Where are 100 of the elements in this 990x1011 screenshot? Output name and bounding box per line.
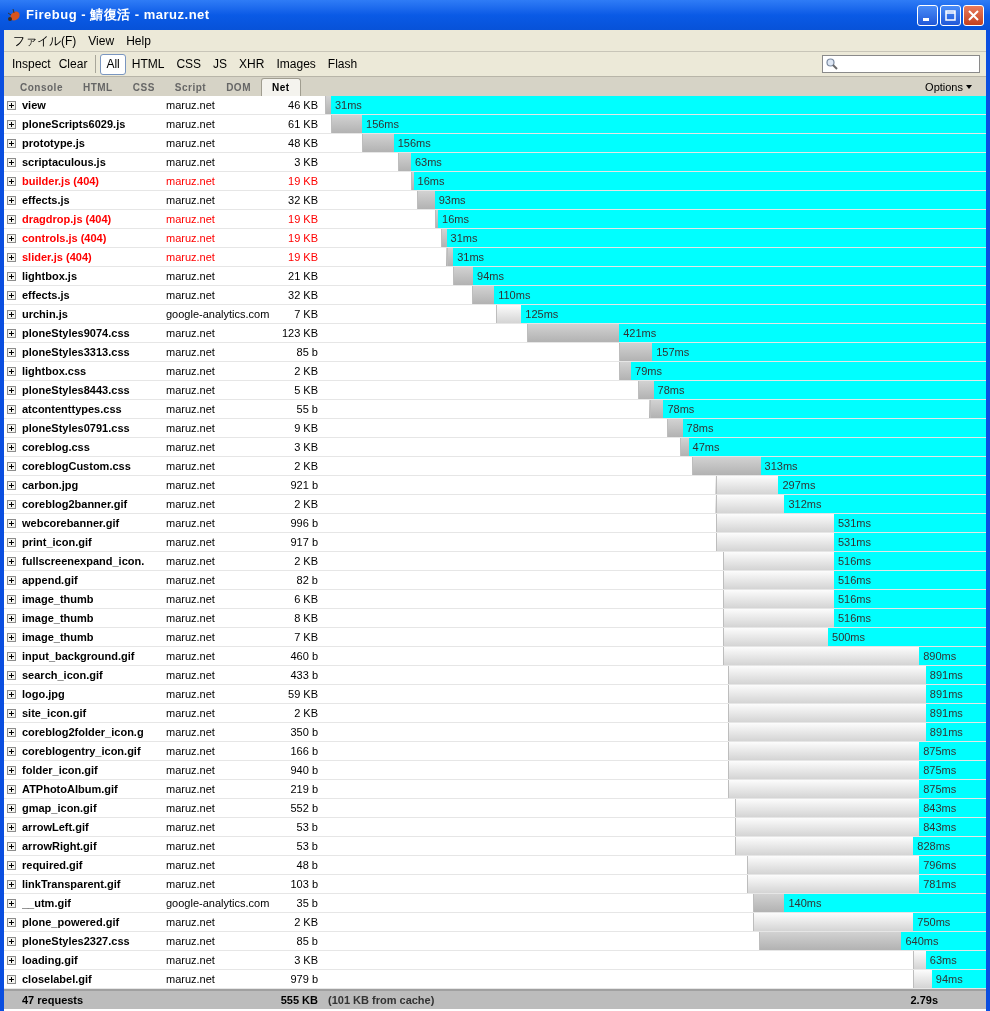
filter-button[interactable]: XHR (233, 53, 271, 75)
request-name[interactable]: plone_powered.gif (22, 913, 166, 931)
request-name[interactable]: ploneStyles9074.css (22, 324, 166, 342)
request-name[interactable]: ploneStyles0791.css (22, 419, 166, 437)
request-name[interactable]: site_icon.gif (22, 704, 166, 722)
expand-icon[interactable] (7, 423, 16, 433)
request-name[interactable]: coreblog2folder_icon.g (22, 723, 166, 741)
expand-icon[interactable] (7, 784, 16, 794)
request-name[interactable]: ploneScripts6029.js (22, 115, 166, 133)
toolbar-button[interactable]: Inspect (8, 55, 55, 73)
request-name[interactable]: carbon.jpg (22, 476, 166, 494)
filter-button[interactable]: CSS (170, 53, 208, 75)
search-field[interactable] (822, 55, 980, 73)
request-name[interactable]: coreblogentry_icon.gif (22, 742, 166, 760)
expand-icon[interactable] (7, 100, 16, 110)
request-name[interactable]: search_icon.gif (22, 666, 166, 684)
expand-icon[interactable] (7, 974, 16, 984)
expand-icon[interactable] (7, 727, 16, 737)
expand-icon[interactable] (7, 138, 16, 148)
request-name[interactable]: required.gif (22, 856, 166, 874)
expand-icon[interactable] (7, 119, 16, 129)
expand-icon[interactable] (7, 385, 16, 395)
expand-icon[interactable] (7, 708, 16, 718)
request-name[interactable]: effects.js (22, 191, 166, 209)
request-name[interactable]: folder_icon.gif (22, 761, 166, 779)
request-name[interactable]: gmap_icon.gif (22, 799, 166, 817)
expand-icon[interactable] (7, 233, 16, 243)
request-name[interactable]: print_icon.gif (22, 533, 166, 551)
expand-icon[interactable] (7, 879, 16, 889)
expand-icon[interactable] (7, 594, 16, 604)
request-name[interactable]: controls.js (404) (22, 229, 166, 247)
toolbar-button[interactable]: Clear (54, 55, 92, 73)
request-name[interactable]: scriptaculous.js (22, 153, 166, 171)
expand-icon[interactable] (7, 214, 16, 224)
request-name[interactable]: arrowLeft.gif (22, 818, 166, 836)
request-name[interactable]: slider.js (404) (22, 248, 166, 266)
expand-icon[interactable] (7, 860, 16, 870)
expand-icon[interactable] (7, 689, 16, 699)
menu-item[interactable]: ファイル(F) (8, 31, 82, 50)
request-name[interactable]: coreblog2banner.gif (22, 495, 166, 513)
expand-icon[interactable] (7, 518, 16, 528)
expand-icon[interactable] (7, 309, 16, 319)
request-name[interactable]: image_thumb (22, 628, 166, 646)
expand-icon[interactable] (7, 461, 16, 471)
request-name[interactable]: loading.gif (22, 951, 166, 969)
request-name[interactable]: arrowRight.gif (22, 837, 166, 855)
expand-icon[interactable] (7, 670, 16, 680)
request-name[interactable]: dragdrop.js (404) (22, 210, 166, 228)
expand-icon[interactable] (7, 404, 16, 414)
expand-icon[interactable] (7, 651, 16, 661)
request-name[interactable]: coreblog.css (22, 438, 166, 456)
request-name[interactable]: urchin.js (22, 305, 166, 323)
filter-button[interactable]: HTML (125, 53, 171, 75)
request-name[interactable]: prototype.js (22, 134, 166, 152)
panel-tab[interactable]: Script (164, 78, 217, 96)
expand-icon[interactable] (7, 936, 16, 946)
expand-icon[interactable] (7, 366, 16, 376)
expand-icon[interactable] (7, 499, 16, 509)
expand-icon[interactable] (7, 442, 16, 452)
expand-icon[interactable] (7, 803, 16, 813)
filter-button[interactable]: Flash (321, 53, 364, 75)
expand-icon[interactable] (7, 955, 16, 965)
close-button[interactable] (963, 4, 984, 26)
expand-icon[interactable] (7, 290, 16, 300)
panel-tab[interactable]: HTML (72, 78, 123, 96)
request-name[interactable]: ATPhotoAlbum.gif (22, 780, 166, 798)
expand-icon[interactable] (7, 271, 16, 281)
request-name[interactable]: webcorebanner.gif (22, 514, 166, 532)
request-name[interactable]: builder.js (404) (22, 172, 166, 190)
filter-button[interactable]: Images (270, 53, 322, 75)
request-name[interactable]: image_thumb (22, 590, 166, 608)
expand-icon[interactable] (7, 613, 16, 623)
expand-icon[interactable] (7, 841, 16, 851)
request-name[interactable]: input_background.gif (22, 647, 166, 665)
request-name[interactable]: image_thumb (22, 609, 166, 627)
request-name[interactable]: closelabel.gif (22, 970, 166, 988)
request-name[interactable]: view (22, 96, 166, 114)
request-name[interactable]: effects.js (22, 286, 166, 304)
maximize-button[interactable] (940, 4, 961, 26)
request-name[interactable]: ploneStyles8443.css (22, 381, 166, 399)
panel-tab[interactable]: CSS (122, 78, 165, 96)
expand-icon[interactable] (7, 556, 16, 566)
expand-icon[interactable] (7, 575, 16, 585)
expand-icon[interactable] (7, 746, 16, 756)
expand-icon[interactable] (7, 632, 16, 642)
request-name[interactable]: fullscreenexpand_icon. (22, 552, 166, 570)
expand-icon[interactable] (7, 347, 16, 357)
expand-icon[interactable] (7, 765, 16, 775)
filter-button[interactable]: All (100, 53, 126, 75)
expand-icon[interactable] (7, 822, 16, 832)
request-name[interactable]: linkTransparent.gif (22, 875, 166, 893)
request-name[interactable]: lightbox.css (22, 362, 166, 380)
minimize-button[interactable] (917, 4, 938, 26)
request-name[interactable]: append.gif (22, 571, 166, 589)
expand-icon[interactable] (7, 157, 16, 167)
panel-tab[interactable]: Console (10, 78, 73, 96)
request-name[interactable]: ploneStyles2327.css (22, 932, 166, 950)
filter-button[interactable]: JS (207, 53, 234, 75)
panel-tab[interactable]: Net (261, 78, 301, 96)
request-name[interactable]: coreblogCustom.css (22, 457, 166, 475)
